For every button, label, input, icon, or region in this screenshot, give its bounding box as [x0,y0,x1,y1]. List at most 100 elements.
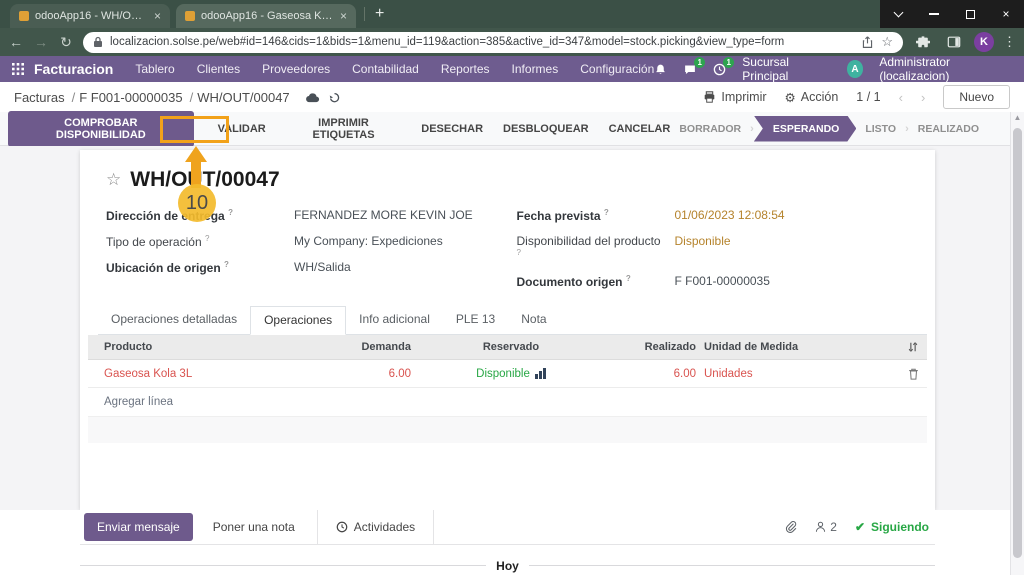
saved-cloud-icon[interactable] [305,92,320,103]
scheduled-date-value[interactable]: 01/06/2023 12:08:54 [675,208,785,222]
share-icon[interactable] [861,36,874,49]
cell-demanda[interactable]: 6.00 [316,368,411,380]
new-record-button[interactable]: Nuevo [943,85,1010,109]
print-labels-button[interactable]: IMPRIMIR ETIQUETAS [286,117,402,141]
notifications-bell-icon[interactable] [654,63,667,76]
source-location-value[interactable]: WH/Salida [294,260,351,274]
vertical-scrollbar[interactable]: ▲ [1010,112,1024,575]
lock-icon [93,36,103,48]
annotation-highlight-box [160,116,229,143]
url-text[interactable]: localizacion.solse.pe/web#id=146&cids=1&… [110,36,854,48]
messages-icon[interactable]: 1 [683,63,697,76]
menu-informes[interactable]: Informes [512,62,559,76]
close-icon[interactable]: × [988,0,1024,28]
delete-row-trash-icon[interactable] [893,368,919,380]
tab-ple-13[interactable]: PLE 13 [443,306,508,334]
pager-next-icon[interactable]: › [921,90,925,105]
scrap-button[interactable]: DESECHAR [421,123,483,135]
action-button[interactable]: ⚙ Acción [785,90,839,105]
followers-count: 2 [830,520,837,534]
activities-button[interactable]: Actividades [317,510,434,545]
browser-tab-1[interactable]: odooApp16 - WH/OUT/00047 × [10,4,170,28]
browser-tab-2[interactable]: odooApp16 - Gaseosa Kola 3L × [176,4,356,28]
operation-type-value[interactable]: My Company: Expediciones [294,234,443,248]
pager-previous-icon[interactable]: ‹ [899,90,903,105]
menu-tablero[interactable]: Tablero [135,62,174,76]
unlock-button[interactable]: DESBLOQUEAR [503,123,589,135]
add-line-link[interactable]: Agregar línea [88,388,927,417]
company-switcher[interactable]: Sucursal Principal [742,55,830,83]
discard-undo-icon[interactable] [328,91,341,104]
user-avatar[interactable]: A [847,60,864,78]
table-header-row: Producto Demanda Reservado Realizado Uni… [88,335,927,360]
forecast-chart-icon[interactable] [535,368,546,379]
side-panel-icon[interactable] [943,35,965,49]
field-documento-origen: Documento origen ? F F001-00000035 [517,274,928,289]
user-menu[interactable]: Administrator (localizacion) [879,55,1012,83]
forward-icon[interactable]: → [33,35,49,49]
activities-label: Actividades [354,520,415,534]
tab-search-icon[interactable] [880,0,916,28]
print-label: Imprimir [721,90,766,104]
tab-close-icon[interactable]: × [154,10,161,22]
restore-icon[interactable] [952,0,988,28]
bookmark-star-icon[interactable]: ☆ [881,34,893,50]
delivery-address-value[interactable]: FERNANDEZ MORE KEVIN JOE [294,208,473,222]
tab-nota[interactable]: Nota [508,306,559,334]
back-icon[interactable]: ← [8,35,24,49]
header-unidad[interactable]: Unidad de Medida [696,341,816,353]
table-row[interactable]: Gaseosa Kola 3L 6.00 Disponible 6.00 Uni… [88,360,927,388]
reload-icon[interactable]: ↻ [58,35,74,49]
minimize-icon[interactable] [916,0,952,28]
breadcrumb-facturas[interactable]: Facturas [14,90,75,105]
breadcrumb-invoice[interactable]: F F001-00000035 [79,90,193,105]
attachment-paperclip-icon[interactable] [784,520,797,534]
cancel-button[interactable]: CANCELAR [609,123,671,135]
log-note-button[interactable]: Poner una nota [213,520,295,534]
field-fecha-prevista: Fecha prevista ? 01/06/2023 12:08:54 [517,208,928,223]
browser-tab-bar: odooApp16 - WH/OUT/00047 × odooApp16 - G… [0,0,1024,28]
cell-unidad[interactable]: Unidades [696,368,816,380]
scrollbar-up-icon[interactable]: ▲ [1011,112,1024,124]
tab-info-adicional[interactable]: Info adicional [346,306,443,334]
cell-reservado[interactable]: Disponible [476,368,530,380]
header-demanda[interactable]: Demanda [316,341,411,353]
following-button[interactable]: ✔ Siguiendo [855,520,929,534]
print-button[interactable]: Imprimir [703,90,766,104]
tab-operaciones[interactable]: Operaciones [250,306,346,335]
extensions-puzzle-icon[interactable] [912,35,934,49]
menu-contabilidad[interactable]: Contabilidad [352,62,419,76]
address-bar[interactable]: localizacion.solse.pe/web#id=146&cids=1&… [83,32,903,53]
tab-close-icon[interactable]: × [340,10,347,22]
menu-reportes[interactable]: Reportes [441,62,490,76]
operations-table: Producto Demanda Reservado Realizado Uni… [88,335,927,443]
send-message-button[interactable]: Enviar mensaje [84,513,193,541]
new-tab-button[interactable]: + [375,6,384,22]
header-realizado[interactable]: Realizado [611,341,696,353]
cell-realizado[interactable]: 6.00 [611,368,696,380]
cell-producto[interactable]: Gaseosa Kola 3L [96,368,316,380]
header-reservado[interactable]: Reservado [411,341,611,353]
window-controls: × [880,0,1024,28]
header-producto[interactable]: Producto [96,341,316,353]
product-availability-value[interactable]: Disponible [675,234,731,248]
toggle-columns-icon[interactable] [893,341,919,353]
app-name[interactable]: Facturacion [34,61,113,77]
tab-operaciones-detalladas[interactable]: Operaciones detalladas [98,306,250,334]
state-esperando[interactable]: ESPERANDO [754,116,857,142]
state-borrador[interactable]: BORRADOR [670,123,750,135]
menu-proveedores[interactable]: Proveedores [262,62,330,76]
followers-button[interactable]: 2 [815,520,837,534]
browser-menu-icon[interactable]: ⋮ [1003,34,1016,50]
apps-grid-icon[interactable] [12,63,24,75]
source-document-value[interactable]: F F001-00000035 [675,274,770,288]
menu-configuracion[interactable]: Configuración [580,62,654,76]
menu-clientes[interactable]: Clientes [197,62,240,76]
favorite-star-icon[interactable]: ☆ [106,170,121,190]
chatter-section: Enviar mensaje Poner una nota Actividade… [0,510,1024,575]
state-realizado[interactable]: REALIZADO [909,123,988,135]
profile-avatar[interactable]: K [974,32,994,52]
state-listo[interactable]: LISTO [856,123,905,135]
activities-clock-icon[interactable]: 1 [713,63,726,76]
scrollbar-thumb[interactable] [1013,128,1022,558]
